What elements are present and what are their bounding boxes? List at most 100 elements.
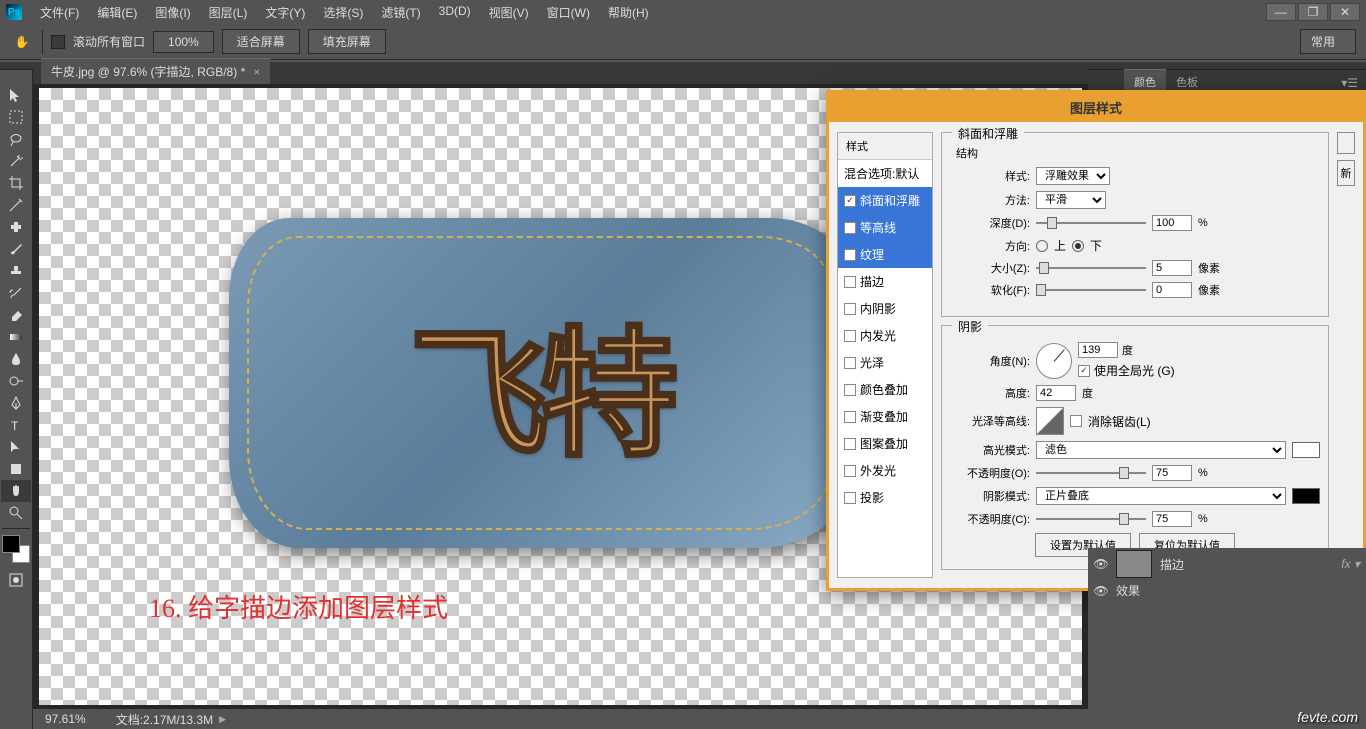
foreground-color[interactable] (2, 535, 20, 553)
zoom-100-button[interactable]: 100% (153, 31, 214, 53)
style-satin[interactable]: 光泽 (838, 349, 932, 376)
status-zoom[interactable]: 97.61% (45, 712, 86, 726)
soften-input[interactable] (1152, 282, 1192, 298)
anti-alias-checkbox[interactable] (1070, 415, 1082, 427)
menu-select[interactable]: 选择(S) (315, 1, 371, 24)
type-tool[interactable]: T (1, 414, 31, 436)
visibility-icon[interactable]: 👁 (1094, 557, 1108, 571)
menu-layer[interactable]: 图层(L) (201, 1, 256, 24)
minimize-button[interactable]: — (1266, 3, 1296, 21)
satin-checkbox[interactable] (844, 357, 856, 369)
style-contour[interactable]: 等高线 (838, 214, 932, 241)
history-brush-tool[interactable] (1, 282, 31, 304)
move-tool[interactable] (1, 84, 31, 106)
style-color-overlay[interactable]: 颜色叠加 (838, 376, 932, 403)
angle-wheel[interactable] (1036, 343, 1072, 379)
size-input[interactable] (1152, 260, 1192, 276)
style-blending[interactable]: 混合选项:默认 (838, 160, 932, 187)
gradient-overlay-checkbox[interactable] (844, 411, 856, 423)
hand-tool[interactable] (1, 480, 31, 502)
depth-slider[interactable] (1036, 215, 1146, 231)
pattern-overlay-checkbox[interactable] (844, 438, 856, 450)
technique-select[interactable]: 平滑 (1036, 191, 1106, 209)
style-inner-glow[interactable]: 内发光 (838, 322, 932, 349)
direction-up-radio[interactable] (1036, 240, 1048, 252)
style-select[interactable]: 浮雕效果 (1036, 167, 1110, 185)
crop-tool[interactable] (1, 172, 31, 194)
shadow-mode-select[interactable]: 正片叠底 (1036, 487, 1286, 505)
altitude-input[interactable] (1036, 385, 1076, 401)
drop-shadow-checkbox[interactable] (844, 492, 856, 504)
dodge-tool[interactable] (1, 370, 31, 392)
status-arrow-icon[interactable]: ▶ (219, 714, 226, 725)
inner-glow-checkbox[interactable] (844, 330, 856, 342)
eyedropper-tool[interactable] (1, 194, 31, 216)
angle-input[interactable] (1078, 342, 1118, 358)
direction-down-radio[interactable] (1072, 240, 1084, 252)
shadow-opacity-slider[interactable] (1036, 511, 1146, 527)
heal-tool[interactable] (1, 216, 31, 238)
depth-input[interactable] (1152, 215, 1192, 231)
size-slider[interactable] (1036, 260, 1146, 276)
shape-tool[interactable] (1, 458, 31, 480)
fit-screen-button[interactable]: 适合屏幕 (222, 29, 300, 54)
highlight-opacity-input[interactable] (1152, 465, 1192, 481)
menu-filter[interactable]: 滤镜(T) (373, 1, 428, 24)
menu-window[interactable]: 窗口(W) (539, 1, 598, 24)
menu-3d[interactable]: 3D(D) (431, 1, 479, 24)
style-texture[interactable]: 纹理 (838, 241, 932, 268)
layer-thumbnail[interactable] (1116, 550, 1152, 578)
highlight-opacity-slider[interactable] (1036, 465, 1146, 481)
tab-close-icon[interactable]: × (253, 65, 260, 79)
wand-tool[interactable] (1, 150, 31, 172)
marquee-tool[interactable] (1, 106, 31, 128)
contour-checkbox[interactable] (844, 222, 856, 234)
menu-edit[interactable]: 编辑(E) (89, 1, 145, 24)
quickmask-tool[interactable] (1, 569, 31, 591)
style-stroke[interactable]: 描边 (838, 268, 932, 295)
style-bevel[interactable]: 斜面和浮雕 (838, 187, 932, 214)
maximize-button[interactable]: ❐ (1298, 3, 1328, 21)
style-gradient-overlay[interactable]: 渐变叠加 (838, 403, 932, 430)
gloss-contour-picker[interactable] (1036, 407, 1064, 435)
layer-row-stroke[interactable]: 👁 描边 fx ▾ (1088, 548, 1366, 580)
layer-row-effects[interactable]: 👁 效果 (1088, 580, 1366, 601)
stroke-checkbox[interactable] (844, 276, 856, 288)
pen-tool[interactable] (1, 392, 31, 414)
document-tab[interactable]: 牛皮.jpg @ 97.6% (字描边, RGB/8) * × (41, 58, 270, 84)
shadow-color-swatch[interactable] (1292, 488, 1320, 504)
menu-help[interactable]: 帮助(H) (600, 1, 657, 24)
outer-glow-checkbox[interactable] (844, 465, 856, 477)
bevel-checkbox[interactable] (844, 195, 856, 207)
global-light-checkbox[interactable] (1078, 365, 1090, 377)
tools-collapse-grip[interactable] (0, 62, 33, 70)
color-picker[interactable] (2, 535, 30, 563)
menu-view[interactable]: 视图(V) (481, 1, 537, 24)
soften-slider[interactable] (1036, 282, 1146, 298)
texture-checkbox[interactable] (844, 249, 856, 261)
style-outer-glow[interactable]: 外发光 (838, 457, 932, 484)
fill-screen-button[interactable]: 填充屏幕 (308, 29, 386, 54)
scroll-all-checkbox[interactable] (51, 35, 65, 49)
layer-fx-badge[interactable]: fx ▾ (1341, 557, 1360, 571)
style-inner-shadow[interactable]: 内阴影 (838, 295, 932, 322)
brush-tool[interactable] (1, 238, 31, 260)
menu-image[interactable]: 图像(I) (147, 1, 198, 24)
path-select-tool[interactable] (1, 436, 31, 458)
menu-file[interactable]: 文件(F) (32, 1, 87, 24)
workspace-dropdown[interactable]: 常用 (1300, 29, 1356, 54)
inner-shadow-checkbox[interactable] (844, 303, 856, 315)
gradient-tool[interactable] (1, 326, 31, 348)
shadow-opacity-input[interactable] (1152, 511, 1192, 527)
eraser-tool[interactable] (1, 304, 31, 326)
visibility-icon[interactable]: 👁 (1094, 584, 1108, 598)
menu-type[interactable]: 文字(Y) (257, 1, 313, 24)
color-overlay-checkbox[interactable] (844, 384, 856, 396)
zoom-tool[interactable] (1, 502, 31, 524)
close-button[interactable]: ✕ (1330, 3, 1360, 21)
dialog-ok-button[interactable] (1337, 132, 1355, 154)
highlight-mode-select[interactable]: 滤色 (1036, 441, 1286, 459)
highlight-color-swatch[interactable] (1292, 442, 1320, 458)
lasso-tool[interactable] (1, 128, 31, 150)
blur-tool[interactable] (1, 348, 31, 370)
